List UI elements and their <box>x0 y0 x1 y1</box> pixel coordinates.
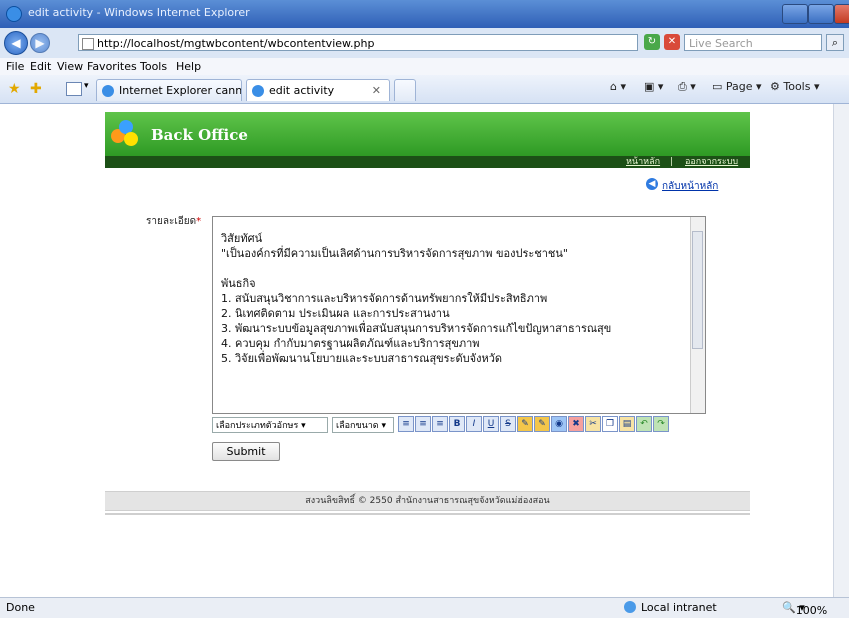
top-nav: หน้าหลัก | ออกจากระบบ <box>105 156 750 168</box>
close-tab-icon[interactable]: ✕ <box>372 80 381 101</box>
back-office-logo <box>111 120 139 148</box>
nav-separator: | <box>670 157 674 167</box>
text-color-icon[interactable]: ✎ <box>517 416 533 432</box>
cut-icon[interactable]: ✂ <box>585 416 601 432</box>
nav-home-link[interactable]: หน้าหลัก <box>626 156 660 168</box>
font-select[interactable]: เลือกประเภทตัวอักษร ▾ <box>212 417 328 433</box>
redo-icon[interactable]: ↷ <box>653 416 669 432</box>
insert-image-icon[interactable]: ◉ <box>551 416 567 432</box>
ie-icon <box>6 6 22 22</box>
tools-menu[interactable]: ⚙ Tools ▾ <box>770 80 820 93</box>
menu-edit[interactable]: Edit <box>30 60 51 73</box>
page-title: Back Office <box>151 126 248 144</box>
strikethrough-icon[interactable]: S <box>500 416 516 432</box>
new-tab-button[interactable] <box>394 79 416 101</box>
editor-scroll-thumb[interactable] <box>692 231 703 349</box>
address-input[interactable]: http://localhost/mgtwbcontent/wbcontentv… <box>78 34 638 51</box>
window-titlebar: edit activity - Windows Internet Explore… <box>0 0 849 28</box>
maximize-button[interactable] <box>808 4 834 24</box>
feeds-icon[interactable]: ▣ ▾ <box>644 80 663 93</box>
home-icon[interactable]: ⌂ ▾ <box>610 80 626 93</box>
ie-icon <box>102 85 114 97</box>
page-menu[interactable]: ▭ Page ▾ <box>712 80 762 93</box>
menu-tools[interactable]: Tools <box>140 60 167 73</box>
forward-button[interactable]: ▶ <box>30 33 50 53</box>
align-center-icon[interactable]: ≡ <box>415 416 431 432</box>
align-right-icon[interactable]: ≡ <box>432 416 448 432</box>
align-left-icon[interactable]: ≡ <box>398 416 414 432</box>
back-to-home-link[interactable]: กลับหน้าหลัก <box>662 179 718 194</box>
search-icon[interactable]: ⌕ <box>826 34 844 51</box>
search-input[interactable]: Live Search <box>684 34 822 51</box>
size-select[interactable]: เลือกขนาด ▾ <box>332 417 394 433</box>
footer-divider <box>105 513 750 515</box>
window-title: edit activity - Windows Internet Explore… <box>28 6 250 19</box>
zoom-level[interactable]: 🔍 100% ▾ <box>782 601 827 617</box>
address-url: http://localhost/mgtwbcontent/wbcontentv… <box>97 37 375 50</box>
menu-file[interactable]: File <box>6 60 24 73</box>
menu-help[interactable]: Help <box>176 60 201 73</box>
tab-list-chevron-icon[interactable]: ▾ <box>84 81 89 91</box>
minimize-button[interactable] <box>782 4 808 24</box>
status-bar: Done Local intranet 🔍 100% ▾ <box>0 597 849 618</box>
back-button[interactable]: ◀ <box>4 31 28 55</box>
zone-label: Local intranet <box>641 601 717 614</box>
copy-icon[interactable]: ❐ <box>602 416 618 432</box>
editor-scrollbar[interactable] <box>690 217 705 413</box>
refresh-button[interactable]: ↻ <box>644 34 660 50</box>
paste-icon[interactable]: ▤ <box>619 416 635 432</box>
menu-bar: File Edit View Favorites Tools Help <box>0 58 849 76</box>
tab-label: edit activity <box>269 84 335 97</box>
submit-button[interactable]: Submit <box>212 442 280 461</box>
back-office-header: Back Office <box>105 112 750 156</box>
address-toolbar: ◀ ▶ http://localhost/mgtwbcontent/wbcont… <box>0 28 849 58</box>
remove-format-icon[interactable]: ✖ <box>568 416 584 432</box>
favorites-star-icon[interactable]: ★ <box>8 81 21 97</box>
tab-bar: ★ ✚ ▾ Internet Explorer cannot... edit a… <box>0 75 849 104</box>
status-text: Done <box>6 601 35 614</box>
ie-icon <box>252 85 264 97</box>
print-icon[interactable]: ⎙ ▾ <box>678 80 696 94</box>
tab-ie-cannot[interactable]: Internet Explorer cannot... <box>96 79 242 101</box>
tab-edit-activity[interactable]: edit activity ✕ <box>246 79 390 101</box>
editor-content[interactable]: วิสัยทัศน์ "เป็นองค์กรที่มีความเป็นเลิศด… <box>221 231 681 366</box>
page-icon <box>82 38 94 50</box>
menu-view[interactable]: View <box>57 60 83 73</box>
stop-button[interactable]: ✕ <box>664 34 680 50</box>
intranet-icon <box>624 601 636 613</box>
quick-tabs-icon[interactable] <box>66 82 82 96</box>
menu-favorites[interactable]: Favorites <box>87 60 137 73</box>
underline-icon[interactable]: U <box>483 416 499 432</box>
detail-label: รายละเอียด* <box>146 216 202 227</box>
tab-label: Internet Explorer cannot... <box>119 84 242 97</box>
undo-icon[interactable]: ↶ <box>636 416 652 432</box>
page-content: Back Office หน้าหลัก | ออกจากระบบ ◀ กลับ… <box>0 104 849 597</box>
bold-icon[interactable]: B <box>449 416 465 432</box>
back-arrow-icon[interactable]: ◀ <box>646 178 658 190</box>
footer-copyright: สงวนลิขสิทธิ์ © 2550 สำนักงานสาธารณสุขจั… <box>105 491 750 511</box>
italic-icon[interactable]: I <box>466 416 482 432</box>
nav-logout-link[interactable]: ออกจากระบบ <box>685 156 738 168</box>
close-window-button[interactable] <box>834 4 849 24</box>
page-scrollbar[interactable] <box>833 104 849 597</box>
highlight-icon[interactable]: ✎ <box>534 416 550 432</box>
add-favorites-icon[interactable]: ✚ <box>30 81 42 97</box>
editor-toolbar: เลือกประเภทตัวอักษร ▾ เลือกขนาด ▾ ≡ ≡ ≡ … <box>212 416 712 434</box>
detail-editor[interactable]: วิสัยทัศน์ "เป็นองค์กรที่มีความเป็นเลิศด… <box>212 216 706 414</box>
